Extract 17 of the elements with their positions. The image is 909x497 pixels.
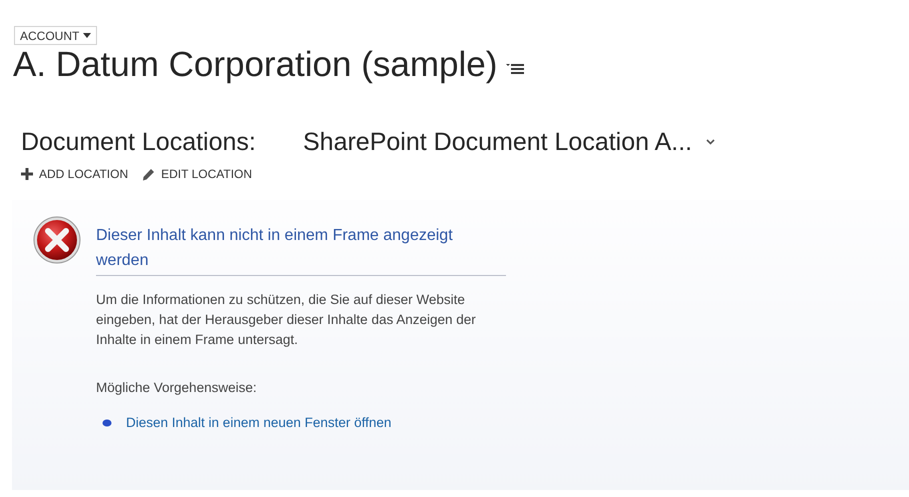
caret-icon (83, 33, 92, 38)
document-locations-label: Document Locations: (21, 128, 257, 156)
menu-icon[interactable] (506, 63, 524, 75)
error-icon (32, 215, 82, 265)
error-heading: Dieser Inhalt kann nicht in einem Frame angezeigt werden (96, 223, 506, 276)
location-dropdown[interactable]: SharePoint Document Location A... (303, 128, 716, 156)
chevron-icon (706, 139, 716, 145)
entity-switcher[interactable]: ACCOUNT (14, 26, 98, 45)
options-label: Mögliche Vorgehensweise: (96, 380, 258, 395)
open-new-window-link[interactable]: Diesen Inhalt in einem neuen Fenster öffnen (126, 415, 392, 430)
record-title: A. Datum Corporation (sample) (13, 45, 498, 85)
error-message: Um die Informationen zu schützen, die Sie auf dieser Website eingeben, hat der Herausgeber dieser Inhalte das Anzeigen der Inhalte in einem Frame untersagt. (96, 291, 477, 349)
add-location-button[interactable]: ADD LOCATION (21, 167, 128, 181)
bullet-icon (102, 418, 112, 426)
edit-location-button[interactable]: EDIT LOCATION (142, 167, 252, 181)
pencil-icon (142, 168, 156, 180)
plus-icon (21, 168, 33, 180)
